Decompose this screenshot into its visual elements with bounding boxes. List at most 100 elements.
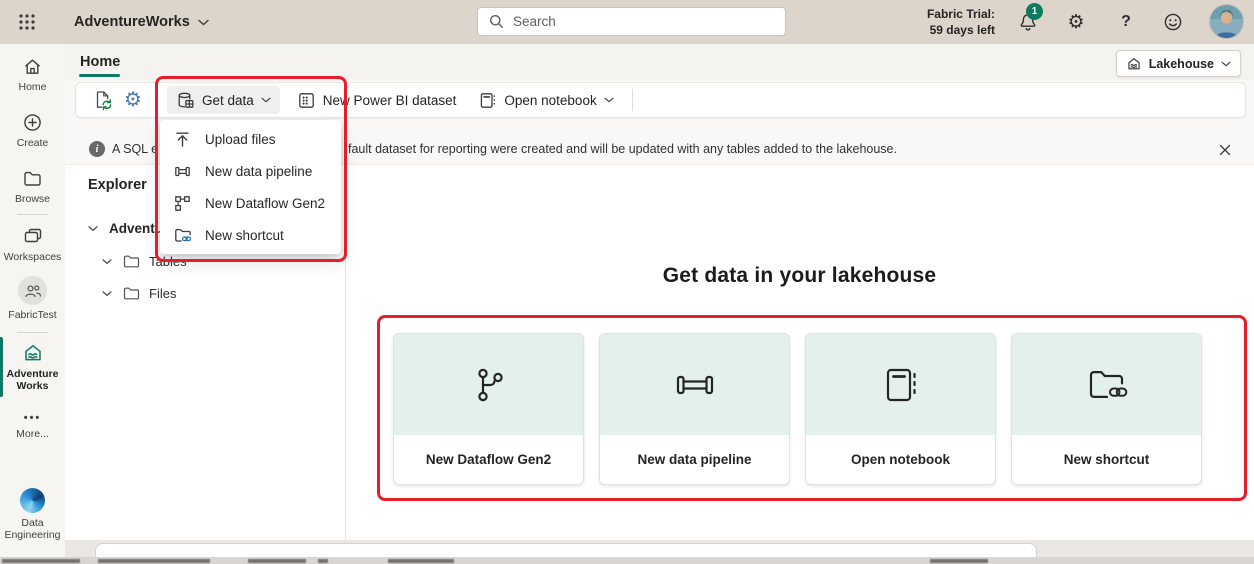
database-icon: [176, 91, 195, 110]
get-data-label: Get data: [202, 93, 254, 108]
chevron-down-icon: [1221, 61, 1231, 67]
folder-icon: [123, 286, 140, 301]
dataflow-icon: [467, 363, 511, 407]
trial-status-badge[interactable]: Fabric Trial: 59 days left: [903, 6, 995, 38]
banner-text-start: A SQL e: [112, 142, 158, 156]
banner-text-end: fault dataset for reporting were created…: [348, 142, 897, 156]
lakehouse-icon: [1126, 56, 1142, 72]
gear-icon: ⚙: [124, 90, 142, 110]
waffle-icon: [18, 13, 36, 31]
shortcut-icon: [173, 226, 192, 245]
home-icon: [22, 56, 43, 77]
workspace-name-label: AdventureWorks: [74, 14, 190, 30]
sidebar-item-fabrictest[interactable]: FabricTest: [0, 276, 65, 321]
card-illustration: [600, 334, 789, 435]
left-nav-rail: Home Create Browse Workspaces FabricTest…: [0, 44, 65, 557]
dataflow-icon: [173, 194, 192, 213]
pipeline-icon: [672, 363, 718, 407]
sidebar-divider: [17, 214, 48, 215]
open-notebook-label: Open notebook: [504, 93, 596, 108]
search-icon: [489, 14, 504, 29]
new-power-bi-dataset-button[interactable]: New Power BI dataset: [288, 86, 466, 114]
chevron-down-icon: [88, 225, 98, 232]
chevron-down-icon: [102, 290, 112, 297]
card-label: New shortcut: [1012, 435, 1201, 483]
trial-line1: Fabric Trial:: [903, 6, 995, 22]
get-data-dropdown-menu: Upload files New data pipeline New Dataf…: [160, 120, 341, 254]
help-button[interactable]: ?: [1112, 8, 1140, 36]
sidebar-item-data-engineering[interactable]: Data Engineering: [0, 488, 65, 541]
lakehouse-icon: [22, 342, 44, 364]
card-new-shortcut[interactable]: New shortcut: [1011, 333, 1202, 485]
folder-icon: [123, 254, 140, 269]
plus-circle-icon: [22, 112, 43, 133]
cut-off-panel-top: [95, 543, 1037, 558]
toolbar-separator: [157, 89, 158, 111]
workspace-name-menu[interactable]: AdventureWorks: [74, 0, 209, 44]
cut-off-text-fragment: [388, 559, 454, 563]
workspaces-icon: [22, 226, 44, 247]
open-notebook-button[interactable]: Open notebook: [469, 86, 622, 114]
settings-button[interactable]: ⚙: [1062, 8, 1090, 36]
card-new-dataflow-gen2[interactable]: New Dataflow Gen2: [393, 333, 584, 485]
card-new-data-pipeline[interactable]: New data pipeline: [599, 333, 790, 485]
menu-item-new-shortcut[interactable]: New shortcut: [160, 219, 341, 251]
node-label: Files: [149, 286, 176, 301]
sidebar-item-more[interactable]: ••• More...: [0, 412, 65, 440]
sidebar-item-browse[interactable]: Browse: [0, 168, 65, 205]
explorer-node-files[interactable]: Files: [102, 279, 176, 307]
pipeline-icon: [173, 162, 192, 181]
card-illustration: [1012, 334, 1201, 435]
sidebar-item-home[interactable]: Home: [0, 56, 65, 93]
node-label: Tables: [149, 254, 187, 269]
cut-off-text-fragment: [248, 559, 306, 563]
chevron-down-icon: [102, 258, 112, 265]
notebook-icon: [478, 91, 497, 110]
get-data-button[interactable]: Get data: [167, 86, 280, 114]
lakehouse-settings-button[interactable]: ⚙: [118, 86, 148, 114]
search-input[interactable]: Search: [477, 7, 786, 36]
sidebar-item-create[interactable]: Create: [0, 112, 65, 149]
sync-icon: [92, 89, 114, 111]
user-avatar[interactable]: [1210, 5, 1243, 38]
help-icon: ?: [1121, 13, 1131, 31]
smiley-icon: [1163, 12, 1183, 32]
top-bar: AdventureWorks Search Fabric Trial: 59 d…: [0, 0, 1254, 44]
sidebar-item-workspaces[interactable]: Workspaces: [0, 226, 65, 263]
refresh-button[interactable]: [88, 86, 118, 114]
feedback-button[interactable]: [1159, 8, 1187, 36]
page-title: Get data in your lakehouse: [345, 264, 1254, 288]
menu-item-new-dataflow-gen2[interactable]: New Dataflow Gen2: [160, 187, 341, 219]
search-placeholder: Search: [513, 14, 556, 29]
cut-off-text-fragment: [930, 559, 988, 563]
lakehouse-view-selector[interactable]: Lakehouse: [1116, 50, 1241, 77]
folder-icon: [22, 168, 43, 189]
ribbon-toolbar: ⚙ Get data New Power BI dataset Open not…: [75, 82, 1246, 118]
explorer-title: Explorer: [88, 177, 147, 193]
dataset-icon: [297, 91, 316, 110]
sidebar-item-adventure-works[interactable]: Adventure Works: [0, 342, 65, 392]
workspace-people-icon: [18, 276, 47, 305]
new-dataset-label: New Power BI dataset: [323, 93, 457, 108]
tab-row: Home Lakehouse: [65, 44, 1254, 80]
card-illustration: [394, 334, 583, 435]
toolbar-separator: [632, 89, 633, 111]
cut-off-text-fragment: [318, 559, 328, 563]
chevron-down-icon: [261, 97, 271, 103]
chevron-down-icon: [198, 19, 209, 26]
banner-close-button[interactable]: [1216, 141, 1233, 158]
info-icon: i: [89, 141, 105, 157]
avatar-photo: [1210, 5, 1243, 38]
card-open-notebook[interactable]: Open notebook: [805, 333, 996, 485]
menu-item-upload-files[interactable]: Upload files: [160, 123, 341, 155]
chevron-down-icon: [604, 97, 614, 103]
data-engineering-logo: [20, 488, 45, 513]
menu-item-new-data-pipeline[interactable]: New data pipeline: [160, 155, 341, 187]
active-tab-underline: [79, 74, 120, 77]
upload-icon: [173, 130, 192, 149]
explorer-divider: [345, 165, 346, 541]
sidebar-divider: [17, 332, 48, 333]
notebook-icon: [878, 363, 924, 407]
card-label: Open notebook: [806, 435, 995, 483]
app-launcher-button[interactable]: [14, 9, 40, 35]
